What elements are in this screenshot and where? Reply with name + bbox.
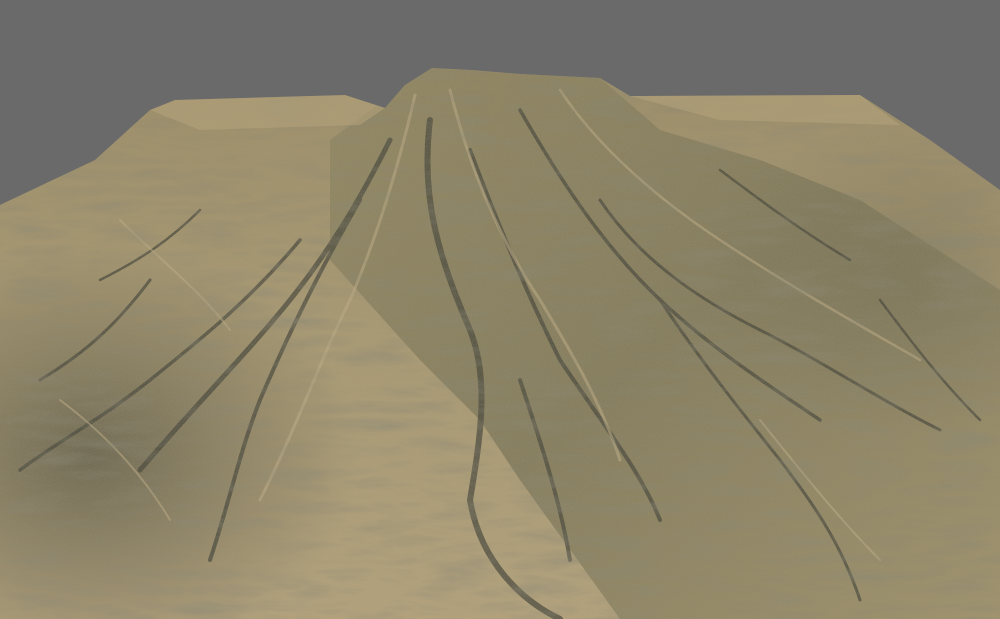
terrain-render: [0, 0, 1000, 619]
terrain-viewport[interactable]: [0, 0, 1000, 619]
terrain-surface: [0, 68, 1000, 619]
